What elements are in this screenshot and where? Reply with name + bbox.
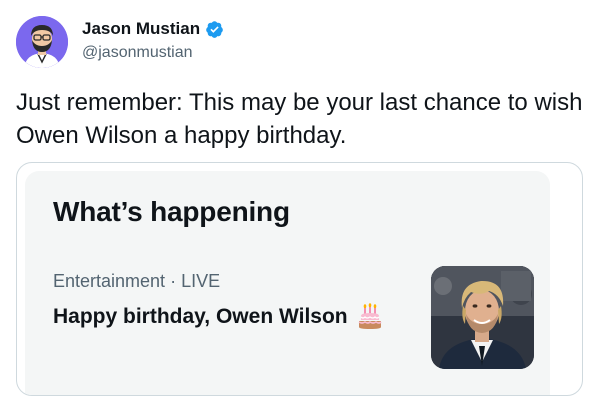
trend-headline-row[interactable]: Happy birthday, Owen Wilson [53, 303, 384, 331]
verified-badge-icon [206, 20, 223, 38]
trend-thumbnail[interactable] [431, 266, 534, 369]
tweet-text: Just remember: This may be your last cha… [16, 89, 583, 149]
trend-category: Entertainment [53, 271, 166, 291]
avatar-illustration-icon [16, 16, 68, 68]
author-display-name[interactable]: Jason Mustian [82, 19, 200, 39]
trend-status: LIVE [181, 271, 221, 291]
card-panel: What’s happening Entertainment · LIVE Ha… [25, 171, 550, 395]
author-name-row: Jason Mustian [82, 19, 224, 39]
avatar[interactable] [16, 16, 68, 68]
trend-meta: Entertainment · LIVE [53, 271, 220, 292]
author-handle[interactable]: @jasonmustian [82, 44, 193, 62]
meta-separator: · [170, 271, 177, 291]
card-title: What’s happening [53, 196, 290, 227]
whats-happening-card[interactable]: What’s happening Entertainment · LIVE Ha… [16, 162, 583, 396]
person-photo-icon [431, 266, 534, 369]
tweet: Jason Mustian @jasonmustian Just remembe… [0, 0, 599, 414]
birthday-cake-icon [358, 303, 382, 329]
trend-headline: Happy birthday, Owen Wilson [53, 305, 348, 328]
